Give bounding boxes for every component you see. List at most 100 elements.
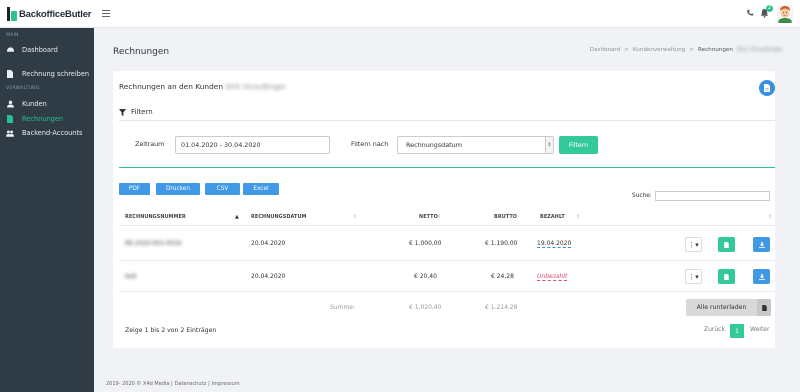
more-vertical-icon: ⋮▾	[688, 240, 699, 249]
dashboard-icon	[6, 46, 14, 54]
search-label: Suche:	[632, 193, 652, 199]
divider-accent	[119, 167, 775, 168]
filter-by-select[interactable]: Rechnungsdatum ⇕	[397, 136, 554, 154]
sidebar-item-rechnung-schreiben[interactable]: Rechnung schreiben	[0, 68, 94, 80]
filter-icon	[119, 108, 126, 116]
logo-icon	[6, 7, 18, 21]
col-header-date[interactable]: RECHNUNGSDATUM	[251, 214, 307, 220]
filter-heading[interactable]: Filtern	[119, 108, 153, 116]
footer: 2019- 2020 © X4d Media | Datenschutz | I…	[106, 381, 240, 387]
export-pdf-button[interactable]: PDF	[119, 183, 150, 195]
breadcrumb-dashboard[interactable]: Dashboard	[590, 47, 620, 53]
sum-gross: € 1.214,28	[485, 304, 518, 311]
sidebar-item-label: Rechnungen	[22, 115, 64, 123]
footer-copyright: 2019- 2020 © X4d Media |	[106, 381, 173, 387]
row-view-button[interactable]	[718, 269, 735, 284]
table-info: Zeige 1 bis 2 von 2 Einträgen	[125, 327, 217, 334]
user-icon	[6, 100, 14, 108]
sidebar-section-admin: VERWALTUNG	[6, 86, 40, 91]
new-invoice-button[interactable]	[759, 80, 775, 96]
sidebar-item-dashboard[interactable]: Dashboard	[0, 44, 94, 56]
avatar[interactable]	[777, 5, 793, 23]
pagination-current[interactable]: 1	[730, 324, 744, 338]
document-icon	[724, 241, 729, 248]
menu-toggle-icon[interactable]	[102, 10, 110, 17]
row-actions-menu-button[interactable]: ⋮▾	[685, 237, 702, 252]
download-all-button[interactable]: Alle runterladen	[686, 299, 771, 316]
breadcrumb: Dashboard > Kundenverwaltung > Rechnunge…	[590, 47, 783, 53]
cell-gross: € 24,28	[491, 273, 514, 280]
breadcrumb-customer: Dirk Straußinger	[736, 47, 783, 53]
footer-separator: |	[208, 381, 210, 387]
cell-net: € 1.000,00	[409, 240, 442, 247]
sort-icon: ⇕	[353, 214, 358, 220]
page-title: Rechnungen	[113, 47, 170, 57]
sidebar-item-label: Dashboard	[22, 46, 58, 54]
row-download-button[interactable]	[753, 269, 770, 284]
col-header-net[interactable]: NETTO	[419, 214, 438, 220]
sort-asc-icon: ▲	[235, 214, 239, 220]
sidebar-item-backend-accounts[interactable]: Backend-Accounts	[0, 127, 94, 139]
customer-name: Dirk Straußinger	[225, 82, 287, 91]
breadcrumb-separator: >	[689, 47, 694, 53]
cell-number[interactable]: RE-2020-001-0016	[125, 240, 181, 247]
pagination-next[interactable]: Weiter	[750, 326, 769, 333]
cell-date: 20.04.2020	[251, 273, 286, 280]
brand-name: BackofficeButler	[19, 8, 92, 20]
export-csv-button[interactable]: CSV	[205, 183, 240, 195]
chevron-updown-icon: ⇕	[545, 137, 553, 153]
cell-unpaid-status[interactable]: Unbezahlt	[537, 273, 568, 281]
cell-number[interactable]: test	[125, 273, 137, 280]
sort-icon: ⇕	[437, 214, 442, 220]
document-icon	[6, 70, 14, 78]
invoices-card: Rechnungen an den Kunden Dirk Straußinge…	[113, 71, 775, 348]
zeitraum-input[interactable]: 01.04.2020 - 30.04.2020	[175, 136, 330, 154]
col-header-paid[interactable]: BEZAHLT	[540, 214, 565, 220]
filter-heading-label: Filtern	[131, 108, 153, 116]
footer-imprint-link[interactable]: Impressum	[212, 381, 240, 387]
cell-net: € 20,40	[414, 273, 437, 280]
filter-by-value: Rechnungsdatum	[406, 141, 462, 149]
card-title: Rechnungen an den Kunden Dirk Straußinge…	[119, 82, 286, 91]
sort-icon: ⇕	[511, 214, 516, 220]
document-icon	[724, 273, 729, 280]
sum-label: Summe:	[330, 304, 356, 311]
top-bar: BackofficeButler 2	[0, 0, 800, 28]
brand-logo[interactable]: BackofficeButler	[6, 6, 91, 22]
row-download-button[interactable]	[753, 237, 770, 252]
breadcrumb-rechnungen: Rechnungen	[698, 47, 733, 53]
sidebar: MAIN Dashboard Rechnung schreiben VERWAL…	[0, 28, 94, 392]
sidebar-item-kunden[interactable]: Kunden	[0, 98, 94, 110]
sidebar-item-label: Backend-Accounts	[22, 129, 83, 137]
breadcrumb-separator: >	[624, 47, 629, 53]
export-excel-button[interactable]: Excel	[243, 183, 279, 195]
download-icon	[758, 273, 765, 280]
table-header-divider	[119, 225, 775, 226]
sidebar-item-label: Kunden	[22, 100, 47, 108]
download-icon	[758, 241, 765, 248]
more-vertical-icon: ⋮▾	[688, 272, 699, 281]
filter-button[interactable]: Filtern	[559, 136, 598, 154]
export-print-button[interactable]: Drucken	[156, 183, 200, 195]
sort-icon: ⇕	[576, 214, 581, 220]
document-icon	[764, 84, 770, 92]
cell-paid-date[interactable]: 19.04.2020	[537, 240, 572, 248]
document-icon	[757, 299, 771, 316]
footer-privacy-link[interactable]: Datenschutz	[175, 381, 206, 387]
cell-gross: € 1.190,00	[485, 240, 518, 247]
card-title-text: Rechnungen an den Kunden	[119, 82, 224, 91]
phone-icon[interactable]	[746, 9, 755, 18]
col-header-number[interactable]: RECHNUNGSNUMMER	[125, 214, 186, 220]
sidebar-item-label: Rechnung schreiben	[22, 70, 90, 78]
zeitraum-label: Zeitraum	[135, 140, 165, 148]
breadcrumb-kundenverwaltung[interactable]: Kundenverwaltung	[633, 47, 685, 53]
sidebar-section-main: MAIN	[6, 33, 19, 38]
sidebar-item-rechnungen[interactable]: Rechnungen	[0, 113, 94, 125]
download-all-label: Alle runterladen	[696, 304, 747, 311]
divider	[119, 120, 775, 121]
row-actions-menu-button[interactable]: ⋮▾	[685, 269, 702, 284]
search-input[interactable]	[655, 191, 770, 201]
pagination-prev[interactable]: Zurück	[704, 326, 725, 333]
notification-badge: 2	[766, 5, 773, 12]
row-view-button[interactable]	[718, 237, 735, 252]
